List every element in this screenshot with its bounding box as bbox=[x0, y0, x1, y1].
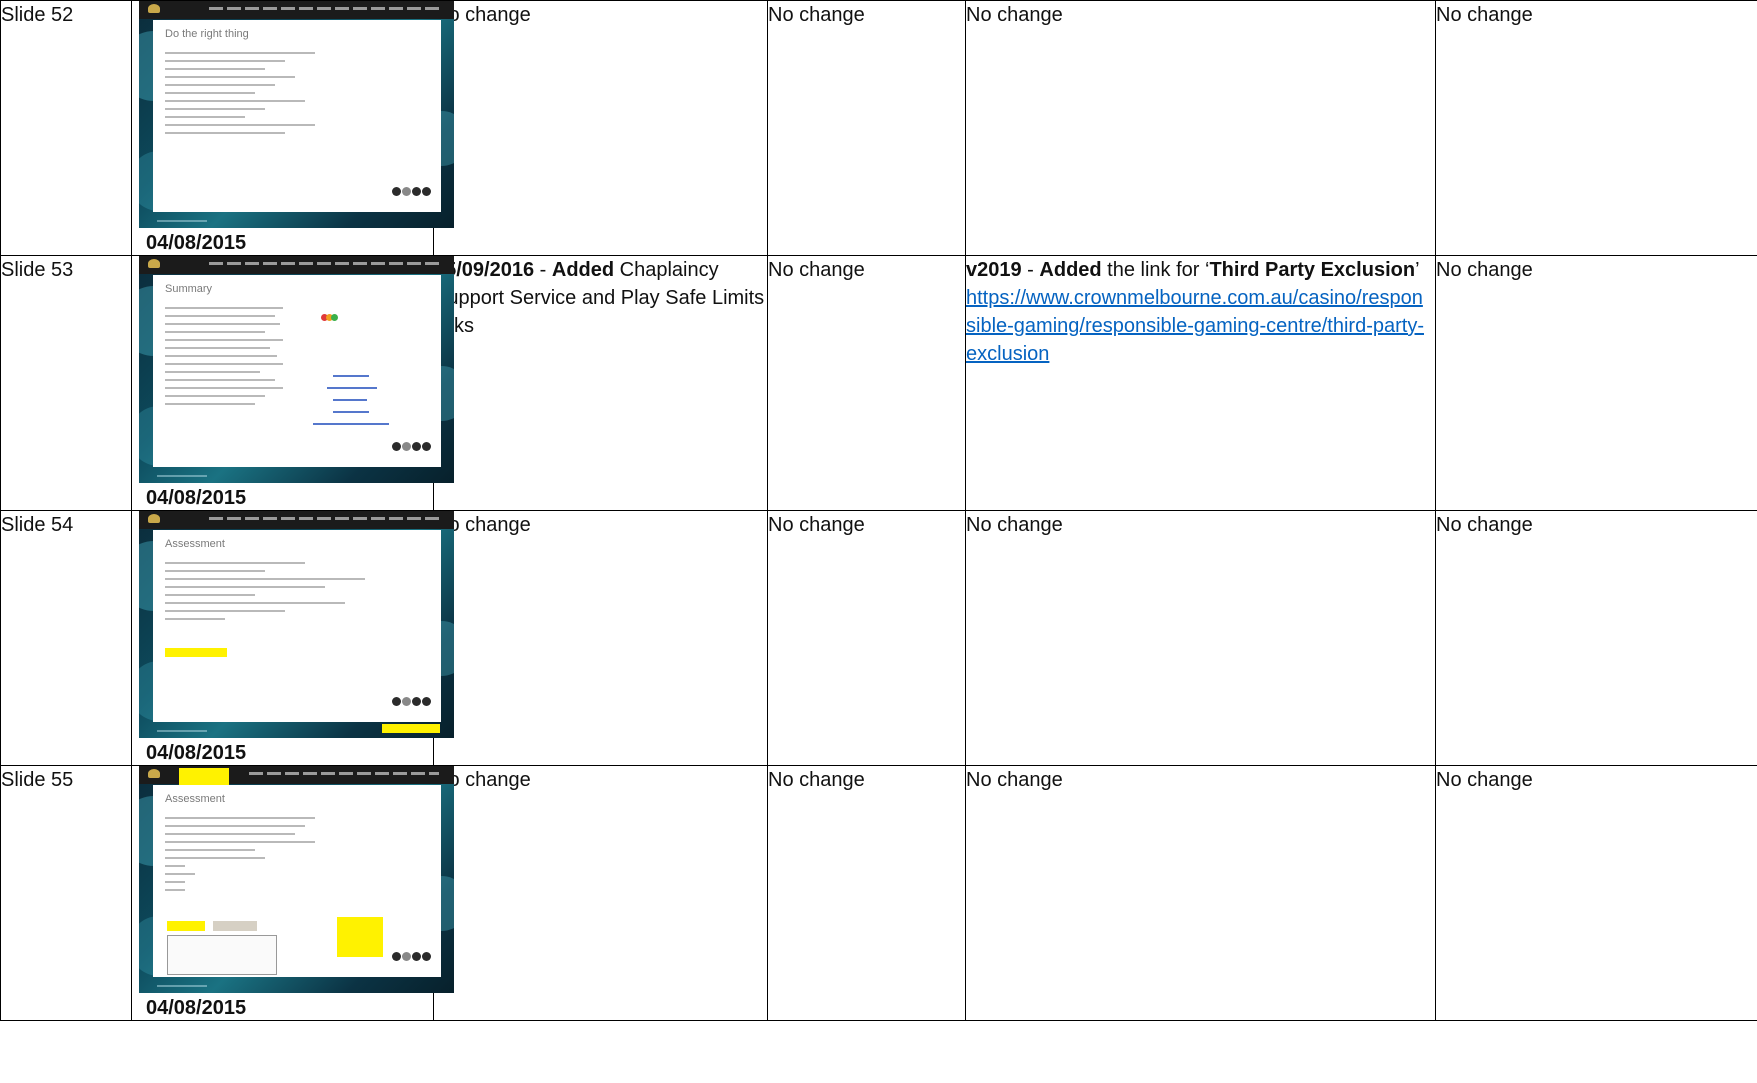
change-text: No change bbox=[768, 514, 865, 536]
table-row: Slide 52 Do the right thing 04/08/2015 N… bbox=[0, 0, 1757, 256]
change-cell: No change bbox=[1435, 255, 1757, 511]
thumbnail-cell: Assessment 04/08/2015 bbox=[131, 510, 454, 766]
thumbnail-title: Do the right thing bbox=[165, 28, 249, 40]
change-text: No change bbox=[966, 769, 1063, 791]
slide-thumbnail: Assessment bbox=[139, 511, 454, 738]
thumbnail-title: Assessment bbox=[165, 793, 225, 805]
change-cell: No change bbox=[1435, 0, 1757, 256]
change-cell: No change bbox=[1435, 765, 1757, 1021]
table-row: Slide 53 Summary 04/08/2015 05/09/2016 -… bbox=[0, 255, 1757, 511]
change-text: No change bbox=[1436, 259, 1533, 281]
thumbnail-date: 04/08/2015 bbox=[146, 487, 247, 509]
thumbnail-title: Summary bbox=[165, 283, 213, 295]
thumbnail-cell: Do the right thing 04/08/2015 bbox=[131, 0, 454, 256]
change-separator: - bbox=[534, 259, 552, 281]
slide-label-cell: Slide 54 bbox=[0, 510, 132, 766]
change-text: No change bbox=[1436, 769, 1533, 791]
change-cell: 05/09/2016 - Added Chaplaincy Support Se… bbox=[433, 255, 768, 511]
thumbnail-title: Assessment bbox=[165, 538, 225, 550]
slide-label: Slide 52 bbox=[1, 4, 74, 26]
slide-label-cell: Slide 52 bbox=[0, 0, 132, 256]
change-cell: No change bbox=[1435, 510, 1757, 766]
crown-logo-icon bbox=[148, 259, 160, 268]
crown-logo-icon bbox=[148, 514, 160, 523]
change-text: No change bbox=[1436, 514, 1533, 536]
change-text: No change bbox=[768, 769, 865, 791]
slide-label: Slide 54 bbox=[1, 514, 74, 536]
change-verb: Added bbox=[551, 259, 615, 281]
change-cell: v2019 - Added the link for ‘Third Party … bbox=[965, 255, 1436, 511]
crown-logo-icon bbox=[148, 4, 160, 13]
revision-table: Slide 52 Do the right thing 04/08/2015 N… bbox=[0, 0, 1757, 1021]
change-text: No change bbox=[966, 514, 1063, 536]
change-text: ’ bbox=[1415, 259, 1420, 281]
thumbnail-cell: Summary 04/08/2015 bbox=[131, 255, 454, 511]
change-text: No change bbox=[966, 4, 1063, 26]
slide-thumbnail: Assessment bbox=[139, 766, 454, 993]
slide-thumbnail: Summary bbox=[139, 256, 454, 483]
change-cell: No change bbox=[767, 510, 966, 766]
thumbnail-nav-buttons-icon bbox=[391, 431, 431, 459]
thumbnail-date: 04/08/2015 bbox=[146, 232, 247, 254]
slide-label-cell: Slide 53 bbox=[0, 255, 132, 511]
slide-label-cell: Slide 55 bbox=[0, 765, 132, 1021]
thumbnail-date: 04/08/2015 bbox=[146, 997, 247, 1019]
change-cell: No change bbox=[433, 510, 768, 766]
slide-thumbnail: Do the right thing bbox=[139, 1, 454, 228]
thumbnail-date: 04/08/2015 bbox=[146, 742, 247, 764]
change-cell: No change bbox=[965, 0, 1436, 256]
change-cell: No change bbox=[965, 510, 1436, 766]
thumbnail-nav-buttons-icon bbox=[391, 941, 431, 969]
slide-label: Slide 55 bbox=[1, 769, 74, 791]
change-text: No change bbox=[768, 259, 865, 281]
table-row: Slide 54 Assessment 04/08/2015 No change… bbox=[0, 510, 1757, 766]
change-bold-label: Third Party Exclusion bbox=[1209, 259, 1416, 281]
thumbnail-nav-buttons-icon bbox=[391, 686, 431, 714]
change-separator: - bbox=[1021, 259, 1040, 281]
change-cell: No change bbox=[433, 0, 768, 256]
slide-label: Slide 53 bbox=[1, 259, 74, 281]
table-row: Slide 55 Assessment 04/08/2015 No change… bbox=[0, 765, 1757, 1021]
change-cell: No change bbox=[767, 255, 966, 511]
change-verb: Added bbox=[1039, 259, 1102, 281]
change-cell: No change bbox=[767, 765, 966, 1021]
thumbnail-cell: Assessment 04/08/2015 bbox=[131, 765, 454, 1021]
change-cell: No change bbox=[965, 765, 1436, 1021]
crown-logo-icon bbox=[148, 769, 160, 778]
change-text: No change bbox=[1436, 4, 1533, 26]
thumbnail-nav-buttons-icon bbox=[391, 176, 431, 204]
third-party-exclusion-link[interactable]: https://www.crownmelbourne.com.au/casino… bbox=[966, 287, 1424, 365]
change-text: No change bbox=[768, 4, 865, 26]
change-text: the link for ‘ bbox=[1101, 259, 1210, 281]
change-version: v2019 bbox=[966, 259, 1022, 281]
change-cell: No change bbox=[433, 765, 768, 1021]
change-cell: No change bbox=[767, 0, 966, 256]
